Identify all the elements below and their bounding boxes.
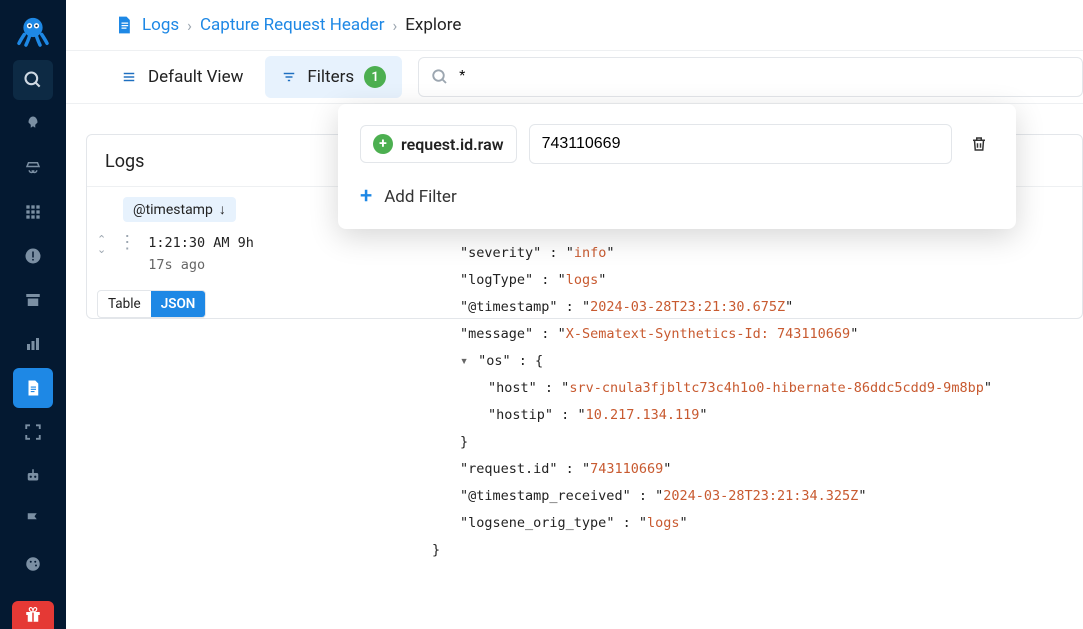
json-key: logType xyxy=(468,272,525,288)
filter-field-chip[interactable]: + request.id.raw xyxy=(360,125,517,163)
row-expand-handles[interactable]: ⌃⌄ xyxy=(97,232,106,255)
add-filter-label: Add Filter xyxy=(384,187,456,207)
json-value: 2024-03-28T23:21:34.325Z xyxy=(663,488,858,504)
row-menu-icon[interactable]: ⋮ xyxy=(114,232,140,253)
breadcrumb-current: Explore xyxy=(405,15,461,35)
nav-spy-icon[interactable] xyxy=(13,148,53,188)
json-key: message xyxy=(468,326,525,342)
document-icon xyxy=(114,15,134,35)
add-filter-button[interactable]: + Add Filter xyxy=(360,184,994,209)
entry-relative-time: 17s ago xyxy=(148,254,254,276)
json-key: @timestamp xyxy=(468,299,549,315)
filters-button[interactable]: Filters 1 xyxy=(265,56,402,98)
nav-gift-icon[interactable] xyxy=(12,601,54,629)
nav-logs-icon[interactable] xyxy=(13,368,53,408)
filter-include-icon: + xyxy=(373,134,393,154)
nav-fullscreen-icon[interactable] xyxy=(13,412,53,452)
delete-filter-button[interactable] xyxy=(964,128,994,160)
json-key: severity xyxy=(468,245,533,261)
nav-chart-icon[interactable] xyxy=(13,324,53,364)
json-value: 10.217.134.119 xyxy=(586,407,700,423)
filter-field-name: request.id.raw xyxy=(401,135,504,154)
json-value: 2024-03-28T23:21:30.675Z xyxy=(590,299,785,315)
nav-search-icon[interactable] xyxy=(13,60,53,100)
timestamp-column-chip[interactable]: @timestamp ↓ xyxy=(123,197,236,222)
nav-alert-icon[interactable] xyxy=(13,236,53,276)
filters-label: Filters xyxy=(307,67,354,87)
json-value: X-Sematext-Synthetics-Id: 743110669 xyxy=(566,326,850,342)
toolbar: Default View Filters 1 xyxy=(66,50,1083,104)
json-key: request.id xyxy=(468,461,549,477)
json-key: @timestamp_received xyxy=(468,488,622,504)
filter-value-input[interactable] xyxy=(529,124,952,164)
left-nav xyxy=(0,0,66,629)
search-bar[interactable] xyxy=(418,57,1083,97)
breadcrumb-capture[interactable]: Capture Request Header xyxy=(200,15,384,35)
json-key: hostip xyxy=(496,407,545,423)
breadcrumb-logs[interactable]: Logs xyxy=(142,15,179,35)
json-key: os xyxy=(486,353,502,369)
search-input[interactable] xyxy=(459,68,1070,86)
json-viewer: "severity" : "info" "logType" : "logs" "… xyxy=(460,240,992,564)
nav-robot-icon[interactable] xyxy=(13,456,53,496)
filters-panel: + request.id.raw + Add Filter xyxy=(338,104,1016,229)
json-key: logsene_orig_type xyxy=(468,515,606,531)
json-value: info xyxy=(574,245,607,261)
chevron-right-icon: › xyxy=(392,16,397,35)
timestamp-chip-label: @timestamp xyxy=(133,202,213,218)
view-table-tab[interactable]: Table xyxy=(98,291,151,317)
breadcrumb: Logs › Capture Request Header › Explore xyxy=(66,0,1083,50)
caret-down-icon[interactable]: ▾ xyxy=(460,348,470,375)
nav-grid-icon[interactable] xyxy=(13,192,53,232)
json-value: logs xyxy=(647,515,680,531)
json-value: 743110669 xyxy=(590,461,663,477)
app-logo xyxy=(12,10,54,52)
entry-time: 1:21:30 AM 9h xyxy=(148,232,254,254)
json-value: srv-cnula3fjbltc73c4h1o0-hibernate-86ddc… xyxy=(569,380,984,396)
json-key: host xyxy=(496,380,529,396)
view-json-tab[interactable]: JSON xyxy=(151,291,206,317)
chevron-right-icon: › xyxy=(187,16,192,35)
nav-palette-icon[interactable] xyxy=(13,544,53,584)
view-toggle: Table JSON xyxy=(97,290,206,318)
plus-icon: + xyxy=(360,184,372,209)
view-label: Default View xyxy=(148,67,243,87)
nav-archive-icon[interactable] xyxy=(13,280,53,320)
nav-rocket-icon[interactable] xyxy=(13,104,53,144)
search-icon xyxy=(431,68,449,86)
nav-flag-icon[interactable] xyxy=(13,500,53,540)
filters-count-badge: 1 xyxy=(364,66,386,88)
arrow-down-icon: ↓ xyxy=(219,201,226,218)
view-selector[interactable]: Default View xyxy=(114,59,249,95)
json-value: logs xyxy=(566,272,599,288)
